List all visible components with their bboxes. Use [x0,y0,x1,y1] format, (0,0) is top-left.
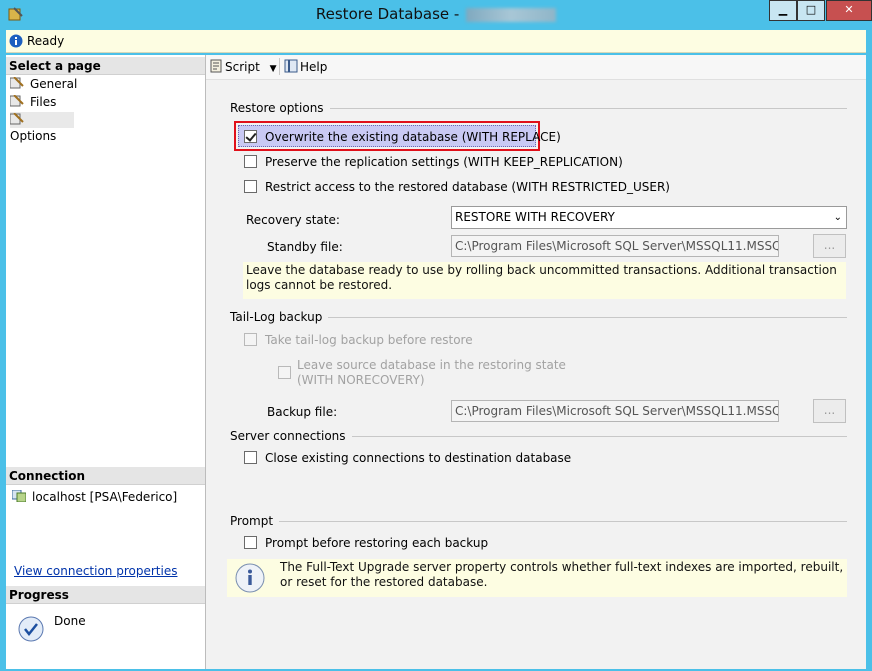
page-files[interactable]: Files [9,94,200,110]
progress-done-icon [18,616,44,642]
backup-file-input[interactable]: C:\Program Files\Microsoft SQL Server\MS… [451,400,779,422]
connection-header: Connection [6,467,205,485]
prompt-before-restore-checkbox[interactable]: Prompt before restoring each backup [244,536,488,550]
prompt-before-restore-label: Prompt before restoring each backup [265,536,489,550]
chevron-down-icon[interactable]: ⌄ [834,207,842,228]
page-options-label: Options [10,129,57,143]
close-button[interactable]: ✕ [826,0,872,21]
status-text: Ready [27,34,65,48]
overwrite-checkbox[interactable]: Overwrite the existing database (WITH RE… [244,130,561,144]
backup-file-browse-button[interactable]: ... [813,399,846,423]
info-icon [9,34,23,48]
toolbar: Script ▼ Help [206,55,866,80]
page-general[interactable]: General [9,76,200,92]
select-page-header: Select a page [6,57,205,75]
standby-file-label: Standby file: [267,240,343,254]
restrict-access-label: Restrict access to the restored database… [265,180,670,194]
page-icon [9,112,24,125]
full-text-info-text: The Full-Text Upgrade server property co… [280,560,844,589]
leave-source-label: Leave source database in the restoring s… [297,358,566,372]
minimize-button[interactable]: ▁ [769,0,797,21]
recovery-description: Leave the database ready to use by rolli… [243,262,846,299]
maximize-button[interactable]: □ [797,0,825,21]
recovery-state-select[interactable]: RESTORE WITH RECOVERY ⌄ [451,206,847,229]
page-icon [9,94,24,107]
info-icon [235,563,265,593]
prompt-heading: Prompt [230,514,280,528]
preserve-replication-checkbox[interactable]: Preserve the replication settings (WITH … [244,155,623,169]
window-title: Restore Database - [0,5,872,23]
recovery-state-value: RESTORE WITH RECOVERY [455,210,615,224]
script-icon [209,59,223,73]
server-connections-heading: Server connections [230,429,352,443]
help-icon [284,59,298,73]
toolbar-separator [279,58,280,75]
view-connection-properties-link[interactable]: View connection properties [14,564,177,578]
take-tail-log-label: Take tail-log backup before restore [265,333,473,347]
prompt-before-restore-checkbox-box[interactable] [244,536,257,549]
page-icon [9,76,24,89]
standby-file-browse-button[interactable]: ... [813,234,846,258]
page-files-label: Files [30,95,57,109]
preserve-replication-label: Preserve the replication settings (WITH … [265,155,623,169]
left-panel: Select a page General Files Options Conn… [6,55,206,669]
status-bar: Ready [6,30,866,53]
help-button[interactable]: Help [284,59,327,74]
chevron-down-icon[interactable]: ▼ [270,64,277,74]
page-options[interactable]: Options [9,112,74,143]
recovery-state-label: Recovery state: [246,213,340,227]
backup-file-label: Backup file: [267,405,338,419]
progress-header: Progress [6,586,205,604]
progress-status: Done [54,614,86,628]
divider [230,521,847,522]
page-general-label: General [30,77,78,91]
leave-source-checkbox-box[interactable] [278,366,291,379]
close-connections-checkbox-box[interactable] [244,451,257,464]
connection-value: localhost [PSA\Federico] [32,490,178,504]
close-connections-label: Close existing connections to destinatio… [265,451,572,465]
take-tail-log-checkbox-box[interactable] [244,333,257,346]
server-icon [11,489,27,503]
connection-info: localhost [PSA\Federico] [11,489,178,504]
standby-file-input[interactable]: C:\Program Files\Microsoft SQL Server\MS… [451,235,779,257]
restore-options-heading: Restore options [230,101,330,115]
restrict-access-checkbox[interactable]: Restrict access to the restored database… [244,180,670,194]
full-text-info-panel: The Full-Text Upgrade server property co… [227,559,847,597]
preserve-replication-checkbox-box[interactable] [244,155,257,168]
close-connections-checkbox[interactable]: Close existing connections to destinatio… [244,451,571,465]
leave-source-label-note: (WITH NORECOVERY) [297,373,425,387]
overwrite-checkbox-box[interactable] [244,130,257,143]
tail-log-heading: Tail-Log backup [230,310,329,324]
redacted-database-name [466,7,557,22]
overwrite-label: Overwrite the existing database (WITH RE… [265,130,561,144]
restrict-access-checkbox-box[interactable] [244,180,257,193]
script-button[interactable]: Script ▼ [209,59,277,74]
options-panel: Script ▼ Help Restore options Overwrite … [206,55,866,669]
title-bar: Restore Database - ▁ □ ✕ [0,0,872,28]
take-tail-log-checkbox[interactable]: Take tail-log backup before restore [244,333,473,347]
